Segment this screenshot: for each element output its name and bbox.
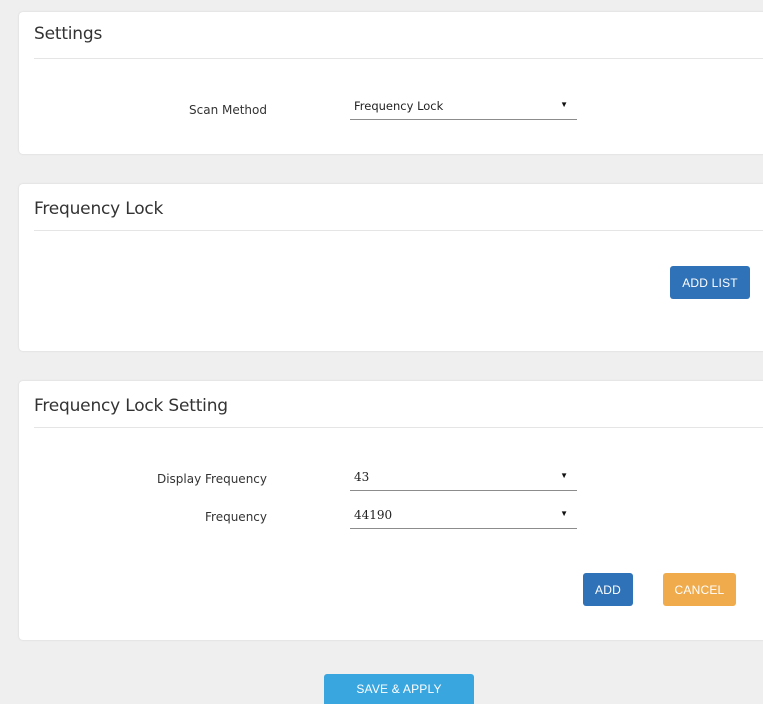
settings-panel-divider (34, 58, 763, 59)
frequency-lock-setting-panel-title: Frequency Lock Setting (34, 396, 228, 416)
scan-method-label: Scan Method (189, 103, 267, 117)
save-apply-button[interactable]: SAVE & APPLY (324, 674, 474, 704)
chevron-down-icon: ▼ (560, 100, 568, 109)
frequency-lock-panel: Frequency Lock ADD LIST (19, 184, 763, 351)
chevron-down-icon: ▼ (560, 509, 568, 518)
frequency-lock-panel-title: Frequency Lock (34, 199, 164, 219)
chevron-down-icon: ▼ (560, 471, 568, 480)
add-button[interactable]: ADD (583, 573, 633, 606)
frequency-lock-setting-panel: Frequency Lock Setting Display Frequency… (19, 381, 763, 640)
add-list-button[interactable]: ADD LIST (670, 266, 750, 299)
scan-method-select[interactable]: Frequency Lock ▼ (350, 97, 577, 120)
display-frequency-value: 43 (354, 470, 370, 484)
frequency-lock-panel-divider (34, 230, 763, 231)
frequency-value: 44190 (354, 508, 393, 522)
frequency-select[interactable]: 44190 ▼ (350, 506, 577, 529)
display-frequency-label: Display Frequency (156, 472, 267, 486)
display-frequency-select[interactable]: 43 ▼ (350, 468, 577, 491)
frequency-label: Frequency (205, 510, 267, 524)
settings-panel-title: Settings (34, 24, 103, 44)
frequency-lock-setting-panel-divider (34, 427, 763, 428)
settings-panel: Settings Scan Method Frequency Lock ▼ (19, 12, 763, 154)
scan-method-value: Frequency Lock (354, 99, 444, 113)
cancel-button[interactable]: CANCEL (663, 573, 736, 606)
